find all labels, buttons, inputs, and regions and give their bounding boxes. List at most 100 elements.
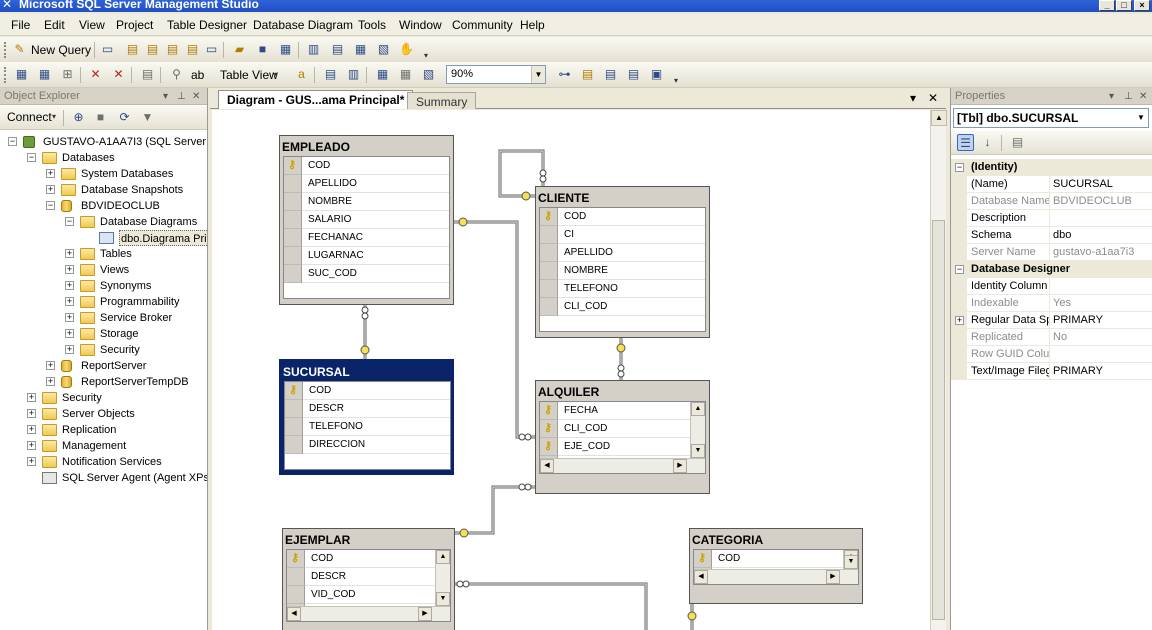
connect-object-explorer-icon[interactable]: ⊕: [70, 109, 87, 126]
registered-servers-icon[interactable]: ▥: [305, 41, 322, 58]
remove-from-diagram-icon[interactable]: ✕: [110, 66, 127, 83]
row-selector[interactable]: [284, 247, 302, 265]
table-vertical-scrollbar[interactable]: ▲▼: [435, 550, 450, 606]
dmx-query-icon[interactable]: ▤: [144, 41, 161, 58]
tree-node[interactable]: + Views: [0, 262, 207, 278]
column-row[interactable]: VID_COD: [287, 586, 436, 604]
column-row[interactable]: CLI_COD: [540, 298, 705, 316]
row-selector[interactable]: [285, 400, 303, 418]
row-selector[interactable]: [284, 229, 302, 247]
menu-window[interactable]: Window: [399, 18, 442, 32]
column-row[interactable]: ⚷ COD: [287, 550, 436, 568]
property-category[interactable]: − (Identity): [951, 159, 1152, 176]
new-project-icon[interactable]: ▭: [203, 41, 220, 58]
object-explorer-icon[interactable]: ▤: [329, 41, 346, 58]
pane-close-icon[interactable]: ✕: [1139, 88, 1147, 105]
row-selector[interactable]: [540, 226, 558, 244]
relationship-empleado-alquiler[interactable]: [454, 220, 535, 439]
scroll-left-icon[interactable]: ◀: [540, 459, 554, 473]
collapse-icon[interactable]: −: [8, 137, 17, 146]
column-row[interactable]: FECHANAC: [284, 229, 449, 247]
scroll-up-icon[interactable]: ▲: [691, 402, 705, 416]
template-explorer-icon[interactable]: ▦: [352, 41, 369, 58]
menu-help[interactable]: Help: [520, 18, 545, 32]
connect-button[interactable]: Connect: [7, 110, 52, 124]
menu-edit[interactable]: Edit: [44, 18, 65, 32]
delete-tables-icon[interactable]: ✕: [87, 66, 104, 83]
expand-icon[interactable]: +: [955, 316, 964, 325]
scroll-left-icon[interactable]: ◀: [287, 607, 301, 621]
expand-icon[interactable]: +: [27, 441, 36, 450]
close-button[interactable]: ×: [1134, 0, 1150, 11]
object-selector[interactable]: [Tbl] dbo.SUCURSAL ▼: [953, 108, 1149, 128]
tree-node[interactable]: + Security: [0, 390, 207, 406]
sql-mobile-query-icon[interactable]: ▤: [184, 41, 201, 58]
manage-check-constraints-icon[interactable]: ▤: [625, 66, 642, 83]
connect-dropdown-icon[interactable]: ▾: [50, 112, 58, 122]
tree-node[interactable]: − BDVIDEOCLUB: [0, 198, 207, 214]
tree-node[interactable]: + Replication: [0, 422, 207, 438]
manage-fulltext-icon[interactable]: ▤: [579, 66, 596, 83]
maximize-button[interactable]: □: [1116, 0, 1132, 11]
manage-indexes-icon[interactable]: ⊶: [556, 66, 573, 83]
tree-node[interactable]: + Tables: [0, 246, 207, 262]
row-selector[interactable]: [540, 280, 558, 298]
pin-icon[interactable]: ⊥: [1124, 88, 1133, 105]
table-categoria[interactable]: CATEGORIA⚷CODDESCR▲▼◀▶: [689, 528, 863, 604]
column-row[interactable]: TELEFONO: [540, 280, 705, 298]
scroll-right-icon[interactable]: ▶: [418, 607, 432, 621]
pane-dropdown-icon[interactable]: ▾: [1109, 88, 1114, 105]
row-selector[interactable]: [540, 298, 558, 316]
expand-icon[interactable]: +: [27, 409, 36, 418]
autosize-tables-icon[interactable]: ▧: [420, 66, 437, 83]
row-selector[interactable]: [284, 211, 302, 229]
column-row[interactable]: DESCR: [287, 568, 436, 586]
expand-icon[interactable]: +: [27, 457, 36, 466]
scroll-down-icon[interactable]: ▼: [691, 444, 705, 458]
menu-view[interactable]: View: [79, 18, 105, 32]
toolbar-overflow-icon[interactable]: ▾: [672, 76, 680, 86]
add-table-icon[interactable]: ▦: [36, 66, 53, 83]
table-cliente[interactable]: CLIENTE ⚷ COD CI APELLIDO NOMBRE TELEFONO CLI_C…: [535, 186, 710, 338]
expand-icon[interactable]: +: [65, 313, 74, 322]
expand-icon[interactable]: +: [65, 249, 74, 258]
pin-icon[interactable]: ⊥: [177, 88, 186, 105]
tree-node[interactable]: + Security: [0, 342, 207, 358]
relationship-ejemplar-alquiler[interactable]: [455, 485, 535, 535]
column-row[interactable]: APELLIDO: [284, 175, 449, 193]
property-row[interactable]: Row GUID Column: [951, 346, 1152, 363]
close-document-icon[interactable]: ✕: [928, 91, 938, 105]
alphabetical-icon[interactable]: ↓: [979, 134, 996, 151]
property-value[interactable]: [1053, 210, 1151, 227]
row-selector[interactable]: [285, 436, 303, 454]
column-row[interactable]: SALARIO: [284, 211, 449, 229]
menu-community[interactable]: Community: [452, 18, 513, 32]
add-related-tables-icon[interactable]: ⊞: [59, 66, 76, 83]
property-row[interactable]: Indexable Yes: [951, 295, 1152, 312]
row-selector[interactable]: [540, 244, 558, 262]
property-row[interactable]: Text/Image FilegroupPRIMARY: [951, 363, 1152, 380]
property-row[interactable]: Description: [951, 210, 1152, 227]
column-row[interactable]: NOMBRE: [540, 262, 705, 280]
collapse-icon[interactable]: −: [27, 153, 36, 162]
tree-node[interactable]: + Programmability: [0, 294, 207, 310]
property-row[interactable]: (Name) SUCURSAL: [951, 176, 1152, 193]
expand-icon[interactable]: +: [65, 329, 74, 338]
property-row[interactable]: Server Name gustavo-a1aa7i3: [951, 244, 1152, 261]
expand-icon[interactable]: +: [46, 361, 55, 370]
categorized-icon[interactable]: ☰: [957, 134, 974, 151]
tree-node[interactable]: + ReportServerTempDB: [0, 374, 207, 390]
arrange-tables-icon[interactable]: ▦: [397, 66, 414, 83]
row-selector[interactable]: [287, 568, 305, 586]
column-row[interactable]: APELLIDO: [540, 244, 705, 262]
table-ejemplar[interactable]: EJEMPLAR⚷CODDESCRVID_CODFOR_COD▲▼◀▶: [282, 528, 455, 630]
tree-node[interactable]: + Database Snapshots: [0, 182, 207, 198]
tab-diagram[interactable]: Diagram - GUS...ama Principal*: [218, 90, 414, 109]
minimize-button[interactable]: _: [1099, 0, 1115, 11]
diagram-vertical-scrollbar[interactable]: ▲: [930, 110, 947, 630]
tree-node[interactable]: + Storage: [0, 326, 207, 342]
menu-project[interactable]: Project: [116, 18, 153, 32]
diagram-canvas[interactable]: EMPLEADO ⚷ COD APELLIDO NOMBRE SALARIO FECHANA…: [212, 110, 930, 630]
table-properties-icon[interactable]: ▣: [648, 66, 665, 83]
new-file-icon[interactable]: ▭: [99, 41, 116, 58]
